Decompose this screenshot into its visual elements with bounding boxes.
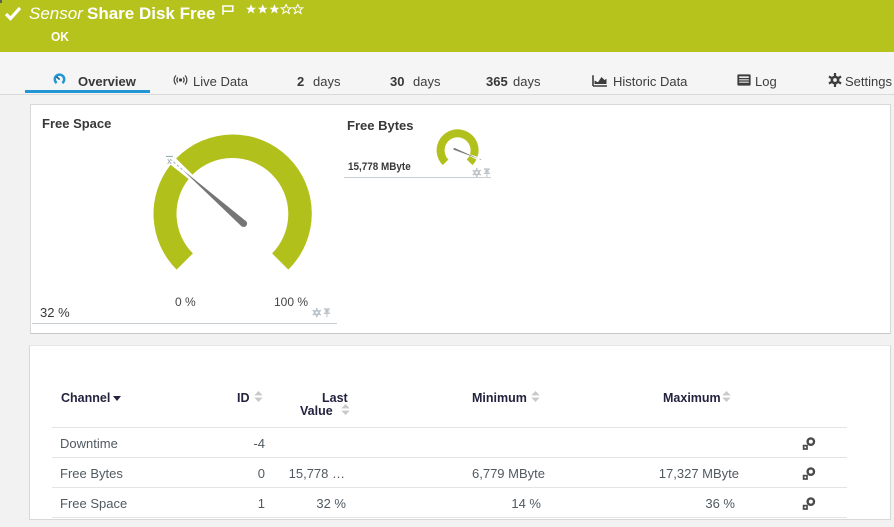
svg-text:x: x (167, 156, 172, 166)
